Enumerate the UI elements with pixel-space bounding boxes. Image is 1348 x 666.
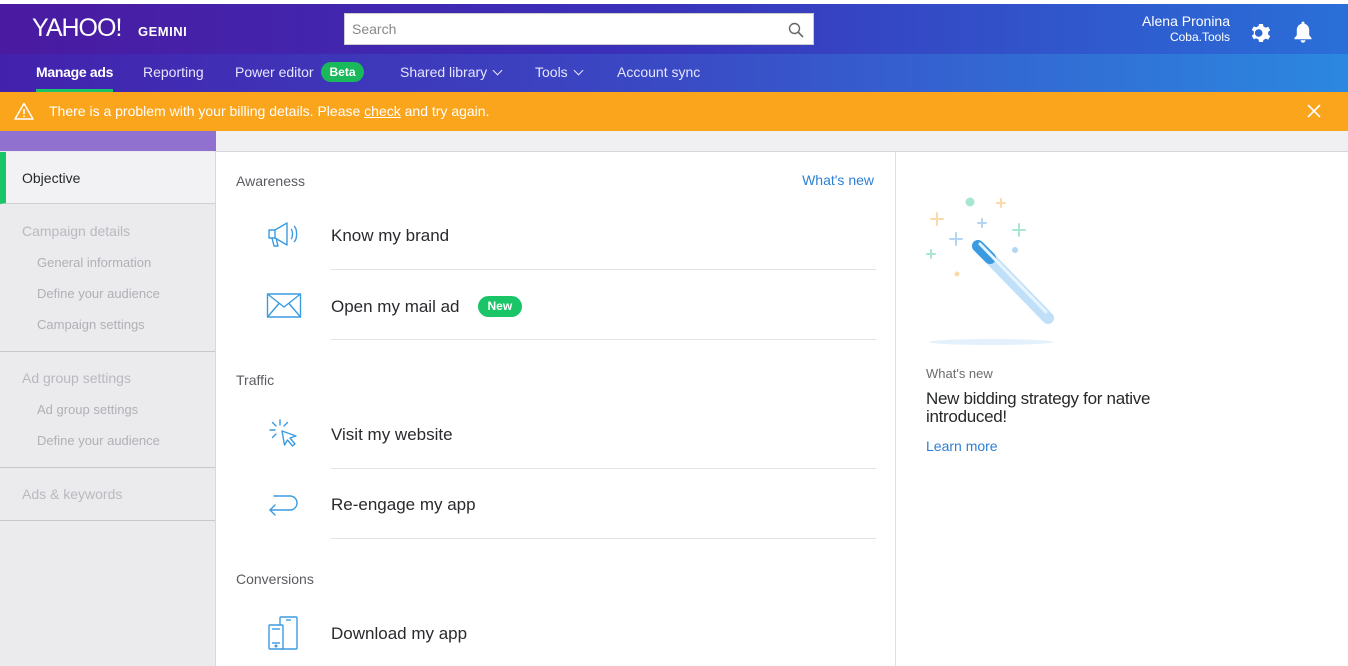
main-nav: Manage ads Reporting Power editor Beta S… (0, 54, 1348, 92)
return-arrow-icon (269, 495, 298, 516)
sidebar-item-define-audience-2: Define your audience (37, 433, 160, 448)
beta-badge: Beta (321, 62, 364, 82)
user-account[interactable]: Alena Pronina Coba.Tools (1142, 13, 1230, 44)
top-header: YAHOO! GEMINI Alena Pronina Coba.Tools (0, 0, 1348, 54)
chevron-down-icon (573, 65, 584, 76)
sidebar-section-ad-group-settings: Ad group settings (22, 370, 131, 386)
learn-more-link[interactable]: Learn more (926, 438, 998, 454)
close-icon[interactable] (1307, 104, 1321, 118)
search-icon[interactable] (788, 22, 804, 38)
nav-shared-library-label: Shared library (400, 64, 488, 80)
whats-new-panel: What's new New bidding strategy for nati… (896, 152, 1348, 666)
option-open-my-mail-ad[interactable]: Open my mail ad New (331, 296, 523, 317)
alert-text-after: and try again. (400, 103, 490, 119)
envelope-icon (266, 293, 302, 318)
objective-panel: Awareness What's new Know my brand Open … (216, 152, 896, 666)
chevron-down-icon (492, 65, 503, 76)
option-divider (331, 538, 876, 539)
bell-icon[interactable] (1292, 20, 1314, 44)
nav-power-editor[interactable]: Power editor Beta (235, 54, 364, 92)
yahoo-logo[interactable]: YAHOO! (32, 14, 122, 43)
alert-check-link[interactable]: check (364, 103, 401, 119)
user-name: Alena Pronina (1142, 13, 1230, 29)
sidebar-item-label: Objective (22, 170, 81, 186)
sidebar-item-ad-group-settings: Ad group settings (37, 402, 139, 417)
section-title-awareness: Awareness (236, 173, 306, 189)
mobile-devices-icon (268, 616, 298, 650)
section-title-conversions: Conversions (236, 571, 314, 587)
nav-power-editor-label: Power editor (235, 64, 314, 80)
cursor-click-icon (269, 419, 297, 447)
alert-text-before: There is a problem with your billing det… (49, 103, 365, 119)
sidebar-divider (0, 520, 215, 521)
sidebar-section-campaign-details: Campaign details (22, 223, 131, 239)
billing-alert: There is a problem with your billing det… (0, 92, 1348, 131)
whats-new-title: New bidding strategy for native introduc… (926, 389, 1151, 426)
whats-new-link[interactable]: What's new (802, 172, 874, 188)
gear-icon[interactable] (1249, 21, 1273, 45)
warning-icon (14, 102, 34, 120)
option-download-my-app[interactable]: Download my app (331, 624, 467, 644)
page-title-strip (216, 131, 1348, 152)
alert-message: There is a problem with your billing det… (49, 103, 489, 119)
option-divider (331, 269, 876, 270)
option-visit-my-website[interactable]: Visit my website (331, 425, 453, 445)
megaphone-icon (268, 222, 298, 247)
nav-account-sync[interactable]: Account sync (617, 54, 700, 92)
sidebar-header-strip (0, 131, 216, 151)
new-badge: New (477, 296, 523, 317)
magic-wand-icon (926, 197, 1054, 345)
nav-tools[interactable]: Tools (535, 54, 584, 92)
search-box (344, 13, 814, 45)
user-organization: Coba.Tools (1169, 30, 1230, 44)
wizard-sidebar: Objective Campaign details General infor… (0, 131, 216, 666)
nav-tools-label: Tools (535, 64, 568, 80)
whats-new-label: What's new (926, 366, 993, 381)
sidebar-item-general-information: General information (37, 255, 152, 270)
option-divider (331, 339, 876, 340)
search-input[interactable] (345, 14, 813, 44)
option-divider (331, 468, 876, 469)
gemini-logo[interactable]: GEMINI (138, 24, 187, 39)
section-title-traffic: Traffic (236, 372, 275, 388)
sidebar-item-objective[interactable]: Objective (0, 152, 215, 204)
sidebar-divider (0, 467, 215, 468)
sidebar-item-campaign-settings: Campaign settings (37, 317, 145, 332)
nav-reporting[interactable]: Reporting (143, 54, 204, 92)
sidebar-section-ads-keywords: Ads & keywords (22, 486, 123, 502)
nav-shared-library[interactable]: Shared library (400, 54, 503, 92)
option-re-engage-my-app[interactable]: Re-engage my app (331, 495, 476, 515)
nav-manage-ads[interactable]: Manage ads (36, 54, 113, 92)
option-know-my-brand[interactable]: Know my brand (331, 226, 449, 246)
option-open-my-mail-ad-label: Open my mail ad (331, 297, 460, 316)
sidebar-divider (0, 351, 215, 352)
sidebar-item-define-audience: Define your audience (37, 286, 160, 301)
